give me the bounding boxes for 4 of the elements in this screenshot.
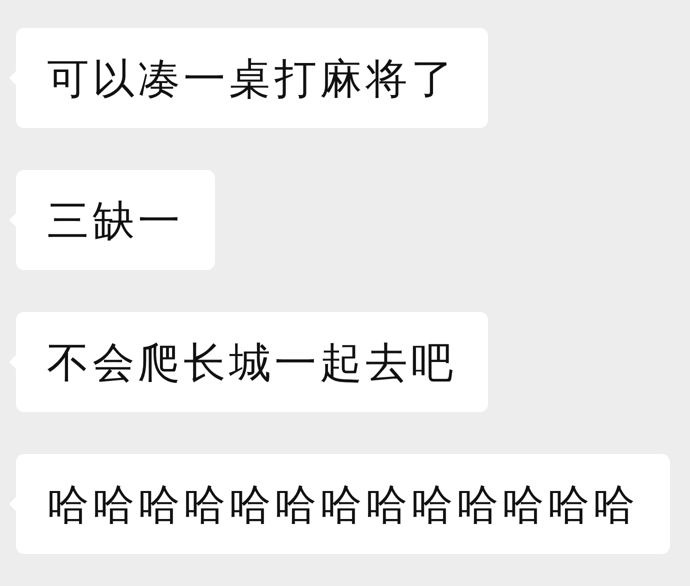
message-bubble: 哈哈哈哈哈哈哈哈哈哈哈哈哈 xyxy=(16,454,670,554)
message-bubble: 可以凑一桌打麻将了 xyxy=(16,28,488,128)
message-bubble: 三缺一 xyxy=(16,170,214,270)
message-bubble: 不会爬长城一起去吧 xyxy=(16,312,488,412)
